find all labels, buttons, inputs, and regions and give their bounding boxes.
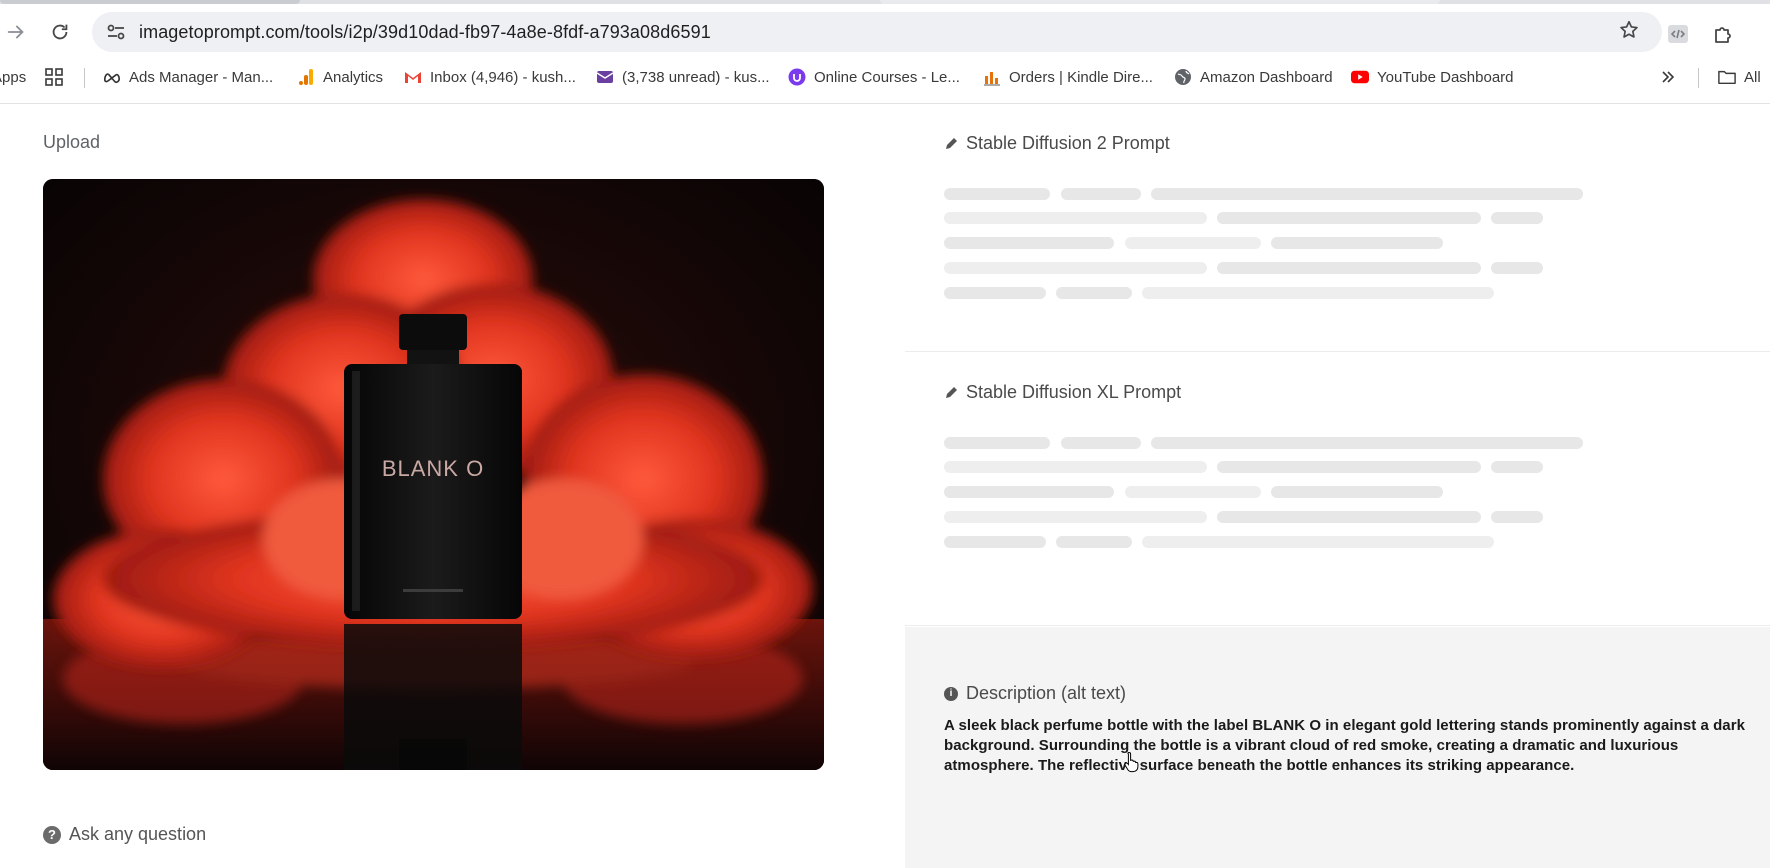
skeleton-line [944, 212, 1207, 224]
skeleton-line [944, 287, 1046, 299]
bookmark-kindle-orders[interactable]: Orders | Kindle Dire... [983, 66, 1153, 88]
bookmark-apps[interactable]: Apps [0, 66, 26, 88]
skeleton-line [1151, 437, 1583, 449]
upload-label: Upload [43, 132, 101, 152]
sdxl-title: Stable Diffusion XL Prompt [944, 382, 1181, 403]
skeleton-line [1491, 262, 1543, 274]
bookmark-label: YouTube Dashboard [1377, 68, 1514, 86]
folder-icon [1718, 68, 1736, 86]
uploaded-image[interactable]: BLANK O [43, 179, 824, 770]
bookmark-mail[interactable]: (3,738 unread) - kus... [596, 66, 770, 88]
all-bookmarks-folder[interactable]: All [1718, 66, 1761, 88]
sdxl-prompt-panel: Stable Diffusion XL Prompt [905, 353, 1770, 626]
skeleton-line [944, 237, 1114, 249]
browser-chrome: imagetoprompt.com/tools/i2p/39d10dad-fb9… [0, 0, 1770, 104]
skeleton-line [1125, 237, 1261, 249]
description-title-text: Description (alt text) [966, 683, 1127, 703]
skeleton-line [1217, 262, 1481, 274]
skeleton-line [1056, 536, 1132, 548]
sdxl-title-text: Stable Diffusion XL Prompt [966, 382, 1182, 402]
mail-icon [596, 68, 614, 86]
globe-icon [1174, 68, 1192, 86]
pencil-icon [946, 137, 957, 149]
tab-strip [0, 0, 1770, 4]
sd2-title: Stable Diffusion 2 Prompt [944, 133, 1170, 154]
bookmark-label: Inbox (4,946) - kush... [430, 68, 576, 86]
site-settings-icon[interactable] [104, 20, 128, 44]
extensions-puzzle-icon[interactable] [1710, 20, 1738, 48]
apps-grid-icon[interactable] [45, 66, 63, 88]
forward-icon[interactable] [2, 18, 30, 46]
bookmark-label: Online Courses - Le... [814, 68, 960, 86]
pencil-icon [946, 386, 957, 398]
toolbar: imagetoprompt.com/tools/i2p/39d10dad-fb9… [0, 10, 1770, 54]
bookmark-inbox[interactable]: Inbox (4,946) - kush... [404, 66, 576, 88]
bottle-label-text: BLANK O [382, 456, 484, 481]
skeleton-line [944, 188, 1050, 200]
bookmark-youtube-dashboard[interactable]: YouTube Dashboard [1351, 66, 1514, 88]
skeleton-line [1491, 461, 1543, 473]
url-text[interactable]: imagetoprompt.com/tools/i2p/39d10dad-fb9… [139, 22, 711, 43]
code-extension-icon[interactable] [1664, 20, 1692, 48]
perfume-photo: BLANK O [43, 179, 824, 770]
meta-icon [103, 68, 121, 86]
bookmark-separator [84, 68, 85, 88]
bookmark-label: Analytics [323, 68, 384, 86]
skeleton-line [1217, 511, 1481, 523]
skeleton-line [944, 262, 1207, 274]
bookmark-label: Amazon Dashboard [1200, 68, 1333, 86]
skeleton-line [944, 486, 1114, 498]
reload-icon[interactable] [46, 18, 74, 46]
bookmark-star-icon[interactable] [1618, 19, 1640, 47]
udemy-icon [788, 68, 806, 86]
skeleton-line [1142, 536, 1494, 548]
bookmark-ads-manager[interactable]: Ads Manager - Man... [103, 66, 273, 88]
sd2-prompt-panel: Stable Diffusion 2 Prompt [905, 104, 1770, 352]
bookmarks-bar: Apps Ads Manager - Man... Analytics Inbo… [0, 60, 1770, 94]
youtube-icon [1351, 68, 1369, 86]
more-bookmarks-chevron-icon[interactable] [1660, 66, 1676, 88]
bookmark-amazon-dashboard[interactable]: Amazon Dashboard [1174, 66, 1333, 88]
skeleton-line [1151, 188, 1583, 200]
info-icon: i [944, 686, 958, 701]
bookmark-label: Apps [0, 68, 27, 86]
hand-cursor-icon [1124, 751, 1139, 773]
ask-question-row[interactable]: ? Ask any question [43, 824, 206, 845]
skeleton-line [944, 536, 1046, 548]
kindle-chart-icon [983, 68, 1001, 86]
prompts-column: Stable Diffusion 2 Prompt Stable Diffusi… [905, 104, 1770, 868]
question-icon: ? [43, 825, 61, 844]
description-title: i Description (alt text) [944, 683, 1126, 704]
skeleton-line [1217, 212, 1481, 224]
skeleton-line [944, 437, 1050, 449]
bookmark-online-courses[interactable]: Online Courses - Le... [788, 66, 960, 88]
bookmark-label: Orders | Kindle Dire... [1009, 68, 1153, 86]
skeleton-line [1061, 437, 1141, 449]
skeleton-line [1142, 287, 1494, 299]
skeleton-line [1061, 188, 1141, 200]
skeleton-line [1125, 486, 1261, 498]
bookmark-analytics[interactable]: Analytics [297, 66, 383, 88]
tab-hint[interactable] [880, 0, 1440, 4]
description-text[interactable]: A sleek black perfume bottle with the la… [944, 716, 1770, 776]
address-bar[interactable]: imagetoprompt.com/tools/i2p/39d10dad-fb9… [92, 12, 1662, 52]
bookmark-separator [1698, 68, 1699, 88]
bookmark-label: All [1744, 68, 1761, 86]
skeleton-line [1217, 461, 1481, 473]
bookmark-label: Ads Manager - Man... [129, 68, 274, 86]
analytics-icon [297, 68, 315, 86]
skeleton-line [1491, 511, 1543, 523]
gmail-icon [404, 68, 422, 86]
skeleton-line [1056, 287, 1132, 299]
skeleton-line [1271, 237, 1443, 249]
skeleton-line [1271, 486, 1443, 498]
skeleton-line [944, 461, 1207, 473]
bookmark-label: (3,738 unread) - kus... [622, 68, 770, 86]
skeleton-line [944, 511, 1207, 523]
tab-hint[interactable] [0, 0, 300, 4]
sd2-title-text: Stable Diffusion 2 Prompt [966, 133, 1170, 153]
skeleton-line [1491, 212, 1543, 224]
ask-question-label: Ask any question [69, 824, 207, 844]
